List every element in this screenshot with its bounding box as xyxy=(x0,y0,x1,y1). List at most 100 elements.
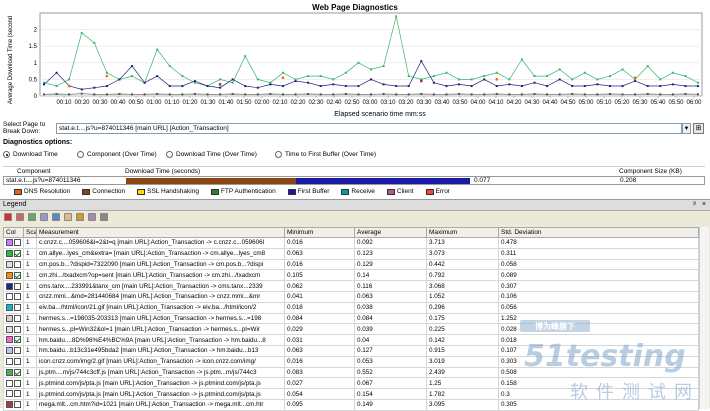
visibility-checkbox[interactable] xyxy=(14,358,21,366)
col-header-color[interactable]: Col xyxy=(3,227,24,238)
export-icon[interactable] xyxy=(76,212,84,221)
hide-all-icon[interactable] xyxy=(16,212,24,221)
close-icon[interactable]: × xyxy=(702,200,706,210)
plot-area: 00.511.5200:10 00:20 00:30 00:40 00:50 01:00 0… xyxy=(29,12,703,106)
visibility-checkbox[interactable] xyxy=(14,250,21,258)
dropdown-arrow-icon[interactable]: ▼ xyxy=(682,123,691,134)
show-only-selected-icon[interactable] xyxy=(28,212,36,221)
col-header-std-deviation[interactable]: Std. Deviation xyxy=(498,227,699,238)
key-ftp-authentication: FTP Authentication xyxy=(210,187,276,196)
visibility-checkbox[interactable] xyxy=(14,293,21,301)
columns-icon[interactable] xyxy=(88,212,96,221)
row-color-cell[interactable] xyxy=(3,269,24,282)
series-point-1 xyxy=(181,85,184,88)
visibility-checkbox[interactable] xyxy=(14,390,21,398)
show-all-icon[interactable] xyxy=(4,212,12,221)
visibility-checkbox[interactable] xyxy=(14,239,21,247)
visibility-checkbox[interactable] xyxy=(14,401,21,409)
row-color-cell[interactable] xyxy=(3,301,24,314)
row-color-cell[interactable] xyxy=(3,334,24,346)
table-row[interactable]: 1 eiv.ba.../html/icon/21.gif [main URL]:A… xyxy=(3,301,699,314)
row-color-cell[interactable] xyxy=(3,377,24,390)
component-row[interactable]: stat.e.t....js?u=874011346 0.077 0.208 xyxy=(3,176,705,185)
table-row[interactable]: 1 cm.allye...lyes_cm&extra= [main URL]:Ac… xyxy=(3,247,699,260)
table-row[interactable]: 1 hermes.s...pl=Win32&ol=1 [main URL]:Act… xyxy=(3,323,699,336)
row-color-cell[interactable] xyxy=(3,280,24,292)
row-color-cell[interactable] xyxy=(3,388,24,400)
table-row[interactable]: 1 c.cnzz.c....059606&l=2&t=q [main URL]:A… xyxy=(3,237,699,249)
series-point-0 xyxy=(583,71,586,74)
table-row[interactable]: 1 mega.mlt...cm.htm?id=1021 [main URL]:Ac… xyxy=(3,398,699,411)
series-point-1 xyxy=(344,85,347,88)
radio-time-to-first-buffer[interactable]: Time to First Buffer (Over Time) xyxy=(275,151,376,158)
row-color-cell[interactable] xyxy=(3,355,24,368)
row-color-cell[interactable] xyxy=(3,290,24,303)
row-minimum: 0.105 xyxy=(284,269,355,282)
row-color-cell[interactable] xyxy=(3,237,24,249)
visibility-checkbox[interactable] xyxy=(14,325,21,333)
series-point-1 xyxy=(407,85,410,88)
series-point-1 xyxy=(80,88,83,91)
x-tick-label: 05:10 xyxy=(596,100,612,106)
series-point-1 xyxy=(307,81,310,84)
legend-scrollbar[interactable] xyxy=(699,227,709,409)
pin-icon[interactable]: ᵖ xyxy=(693,200,696,210)
radio-component-over-time[interactable]: Component (Over Time) xyxy=(77,151,157,158)
series-point-1 xyxy=(231,78,234,81)
color-swatch xyxy=(287,188,296,195)
table-row[interactable]: 1 hermes.s...=198035-203313 [main URL]:Ac… xyxy=(3,312,699,325)
breakdown-button[interactable]: ⊞ xyxy=(693,123,704,134)
x-tick-label: 01:30 xyxy=(200,100,216,106)
select-page-dropdown[interactable]: stat.e.t....js?u=874011346 [main URL] [A… xyxy=(56,123,682,134)
col-header-minimum[interactable]: Minimum xyxy=(284,227,355,238)
row-color-cell[interactable] xyxy=(3,344,24,357)
col-header-measurement[interactable]: Measurement xyxy=(36,227,285,238)
row-maximum: 3.073 xyxy=(426,247,499,260)
row-color-cell[interactable] xyxy=(3,312,24,325)
marker-point xyxy=(218,83,222,86)
color-swatch xyxy=(6,358,13,366)
table-row[interactable]: 1 icon.cnzz.com/img/2.gif [main URL]:Acti… xyxy=(3,355,699,368)
row-std-deviation: 0.106 xyxy=(498,290,699,303)
row-color-cell[interactable] xyxy=(3,366,24,379)
visibility-checkbox[interactable] xyxy=(14,304,21,312)
visibility-checkbox[interactable] xyxy=(14,336,21,344)
table-row[interactable]: 1 cnzz.mmi...&md=281440684 [main URL]:Act… xyxy=(3,290,699,303)
link-icon[interactable] xyxy=(52,212,60,221)
configure-measurement-icon[interactable] xyxy=(40,212,48,221)
table-row[interactable]: 1 cm.pos.b...?dispid=7322090 [main URL]:A… xyxy=(3,258,699,271)
row-color-cell[interactable] xyxy=(3,323,24,336)
table-row[interactable]: 1 hm.baidu...b13c31e495bda2 [main URL]:Ac… xyxy=(3,344,699,357)
row-measurement: cms.tanx....233991&tanx_cm [main URL]:Ac… xyxy=(36,280,285,292)
row-measurement: hermes.s...=198035-203313 [main URL]:Act… xyxy=(36,312,285,325)
radio-download-time[interactable]: Download Time xyxy=(3,151,58,158)
radio-download-time-over-time[interactable]: Download Time (Over Time) xyxy=(166,151,257,158)
visibility-checkbox[interactable] xyxy=(14,282,21,290)
animate-icon[interactable] xyxy=(64,212,72,221)
visibility-checkbox[interactable] xyxy=(14,368,21,376)
row-color-cell[interactable] xyxy=(3,398,24,411)
visibility-checkbox[interactable] xyxy=(14,379,21,387)
table-row[interactable]: 1 cms.tanx....233991&tanx_cm [main URL]:A… xyxy=(3,280,699,292)
color-swatch xyxy=(6,314,13,322)
visibility-checkbox[interactable] xyxy=(14,260,21,268)
table-row[interactable]: 1 hm.baidu....8D%96%E4%BC%9A [main URL]:A… xyxy=(3,334,699,346)
visibility-checkbox[interactable] xyxy=(14,347,21,355)
series-point-0 xyxy=(370,68,372,71)
row-scale: 1 xyxy=(23,323,37,336)
row-color-cell[interactable] xyxy=(3,258,24,271)
table-row[interactable]: 1 js.ptmind.com/js/pta.js [main URL]:Acti… xyxy=(3,388,699,400)
col-header-average[interactable]: Average xyxy=(354,227,427,238)
table-row[interactable]: 1 js.ptm....m/js/744c3cff.js [main URL]:A… xyxy=(3,366,699,379)
series-point-1 xyxy=(43,83,45,86)
options-icon[interactable] xyxy=(100,212,108,221)
row-color-cell[interactable] xyxy=(3,247,24,260)
series-point-2 xyxy=(193,93,196,96)
table-row[interactable]: 1 cm.zhi.../txadxcm?op=sent [main URL]:Ac… xyxy=(3,269,699,282)
col-header-maximum[interactable]: Maximum xyxy=(426,227,499,238)
visibility-checkbox[interactable] xyxy=(14,314,21,322)
col-header-scale[interactable]: Sca xyxy=(23,227,37,238)
visibility-checkbox[interactable] xyxy=(14,271,21,279)
table-row[interactable]: 1 js.ptmind.com/js/pta.js [main URL]:Acti… xyxy=(3,377,699,390)
series-point-0 xyxy=(244,55,247,58)
